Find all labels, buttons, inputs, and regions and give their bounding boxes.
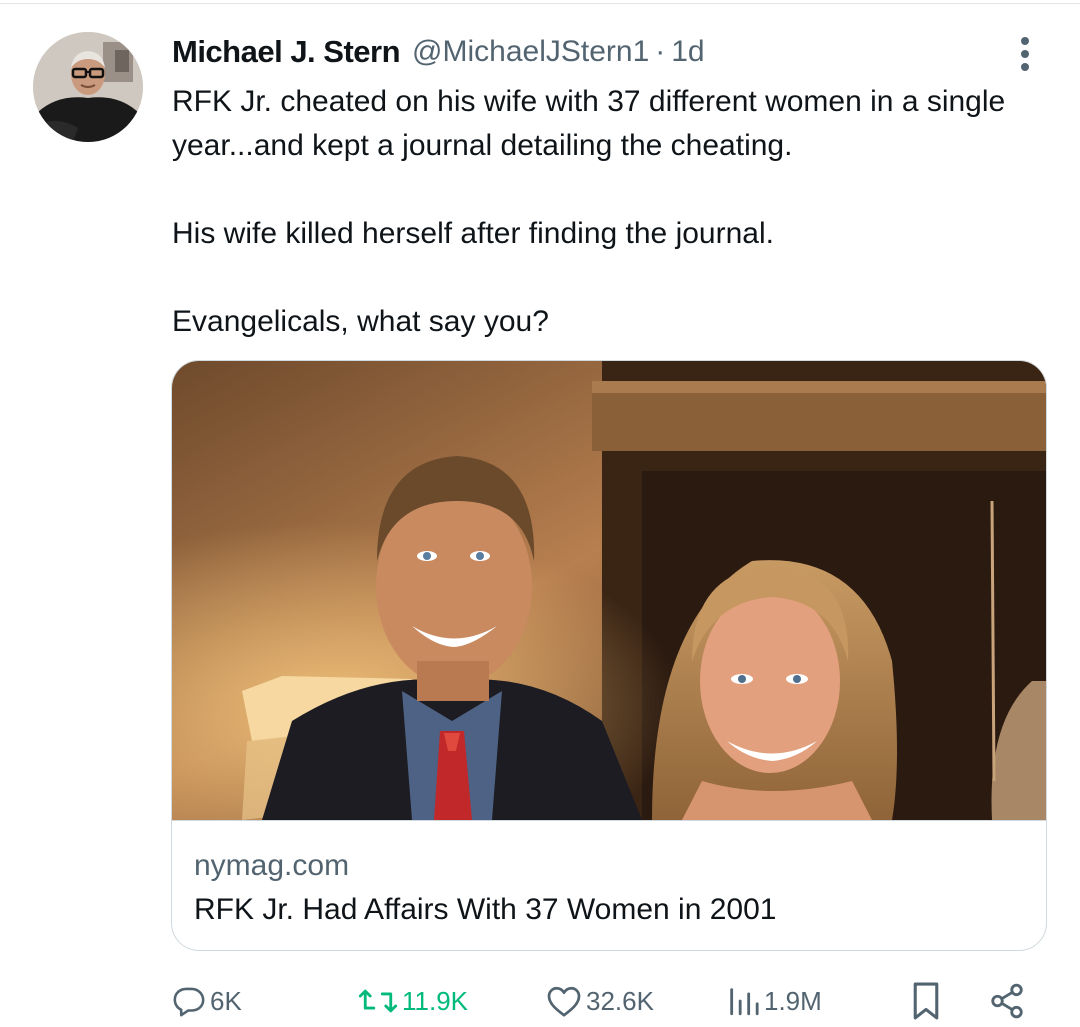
tweet-header: Michael J. Stern @MichaelJStern1 · 1d	[172, 30, 705, 74]
like-count: 32.6K	[586, 985, 654, 1016]
bookmark-icon	[913, 982, 939, 1020]
views-button[interactable]: 1.9M	[726, 978, 822, 1024]
share-icon	[991, 983, 1023, 1019]
top-divider	[0, 3, 1080, 4]
reply-icon	[173, 987, 205, 1017]
card-photo	[172, 361, 1046, 820]
heart-icon	[547, 986, 581, 1017]
more-options-button[interactable]	[1005, 32, 1045, 76]
tweet-text: RFK Jr. cheated on his wife with 37 diff…	[172, 80, 1032, 344]
display-name[interactable]: Michael J. Stern	[172, 34, 401, 70]
more-vertical-icon	[1021, 37, 1029, 71]
card-domain: nymag.com	[194, 849, 350, 882]
retweet-count: 11.9K	[402, 985, 469, 1016]
retweet-button[interactable]: 11.9K	[358, 978, 468, 1024]
link-preview-card[interactable]: nymag.com RFK Jr. Had Affairs With 37 Wo…	[171, 360, 1047, 951]
like-button[interactable]: 32.6K	[546, 978, 654, 1024]
bookmark-button[interactable]	[910, 978, 942, 1024]
avatar-image	[33, 32, 143, 142]
tweet-text-paragraph-3: Evangelicals, what say you?	[172, 305, 549, 338]
card-title: RFK Jr. Had Affairs With 37 Women in 200…	[194, 893, 777, 926]
action-bar: 6K 11.9K 32.6K 1.9M	[172, 978, 1032, 1024]
retweet-icon	[358, 989, 398, 1013]
user-handle[interactable]: @MichaelJStern1	[412, 35, 649, 69]
share-button[interactable]	[988, 978, 1026, 1024]
time-separator: ·	[655, 35, 666, 68]
timestamp[interactable]: 1d	[671, 35, 704, 69]
reply-count: 6K	[210, 985, 242, 1016]
card-image[interactable]	[172, 361, 1046, 820]
avatar[interactable]	[33, 32, 143, 142]
tweet-text-paragraph-1: RFK Jr. cheated on his wife with 37 diff…	[172, 85, 1006, 162]
card-footer[interactable]: nymag.com RFK Jr. Had Affairs With 37 Wo…	[172, 820, 1046, 950]
tweet-text-paragraph-2: His wife killed herself after finding th…	[172, 217, 774, 250]
reply-button[interactable]: 6K	[172, 978, 242, 1024]
views-icon	[730, 988, 759, 1016]
views-count: 1.9M	[764, 985, 822, 1016]
